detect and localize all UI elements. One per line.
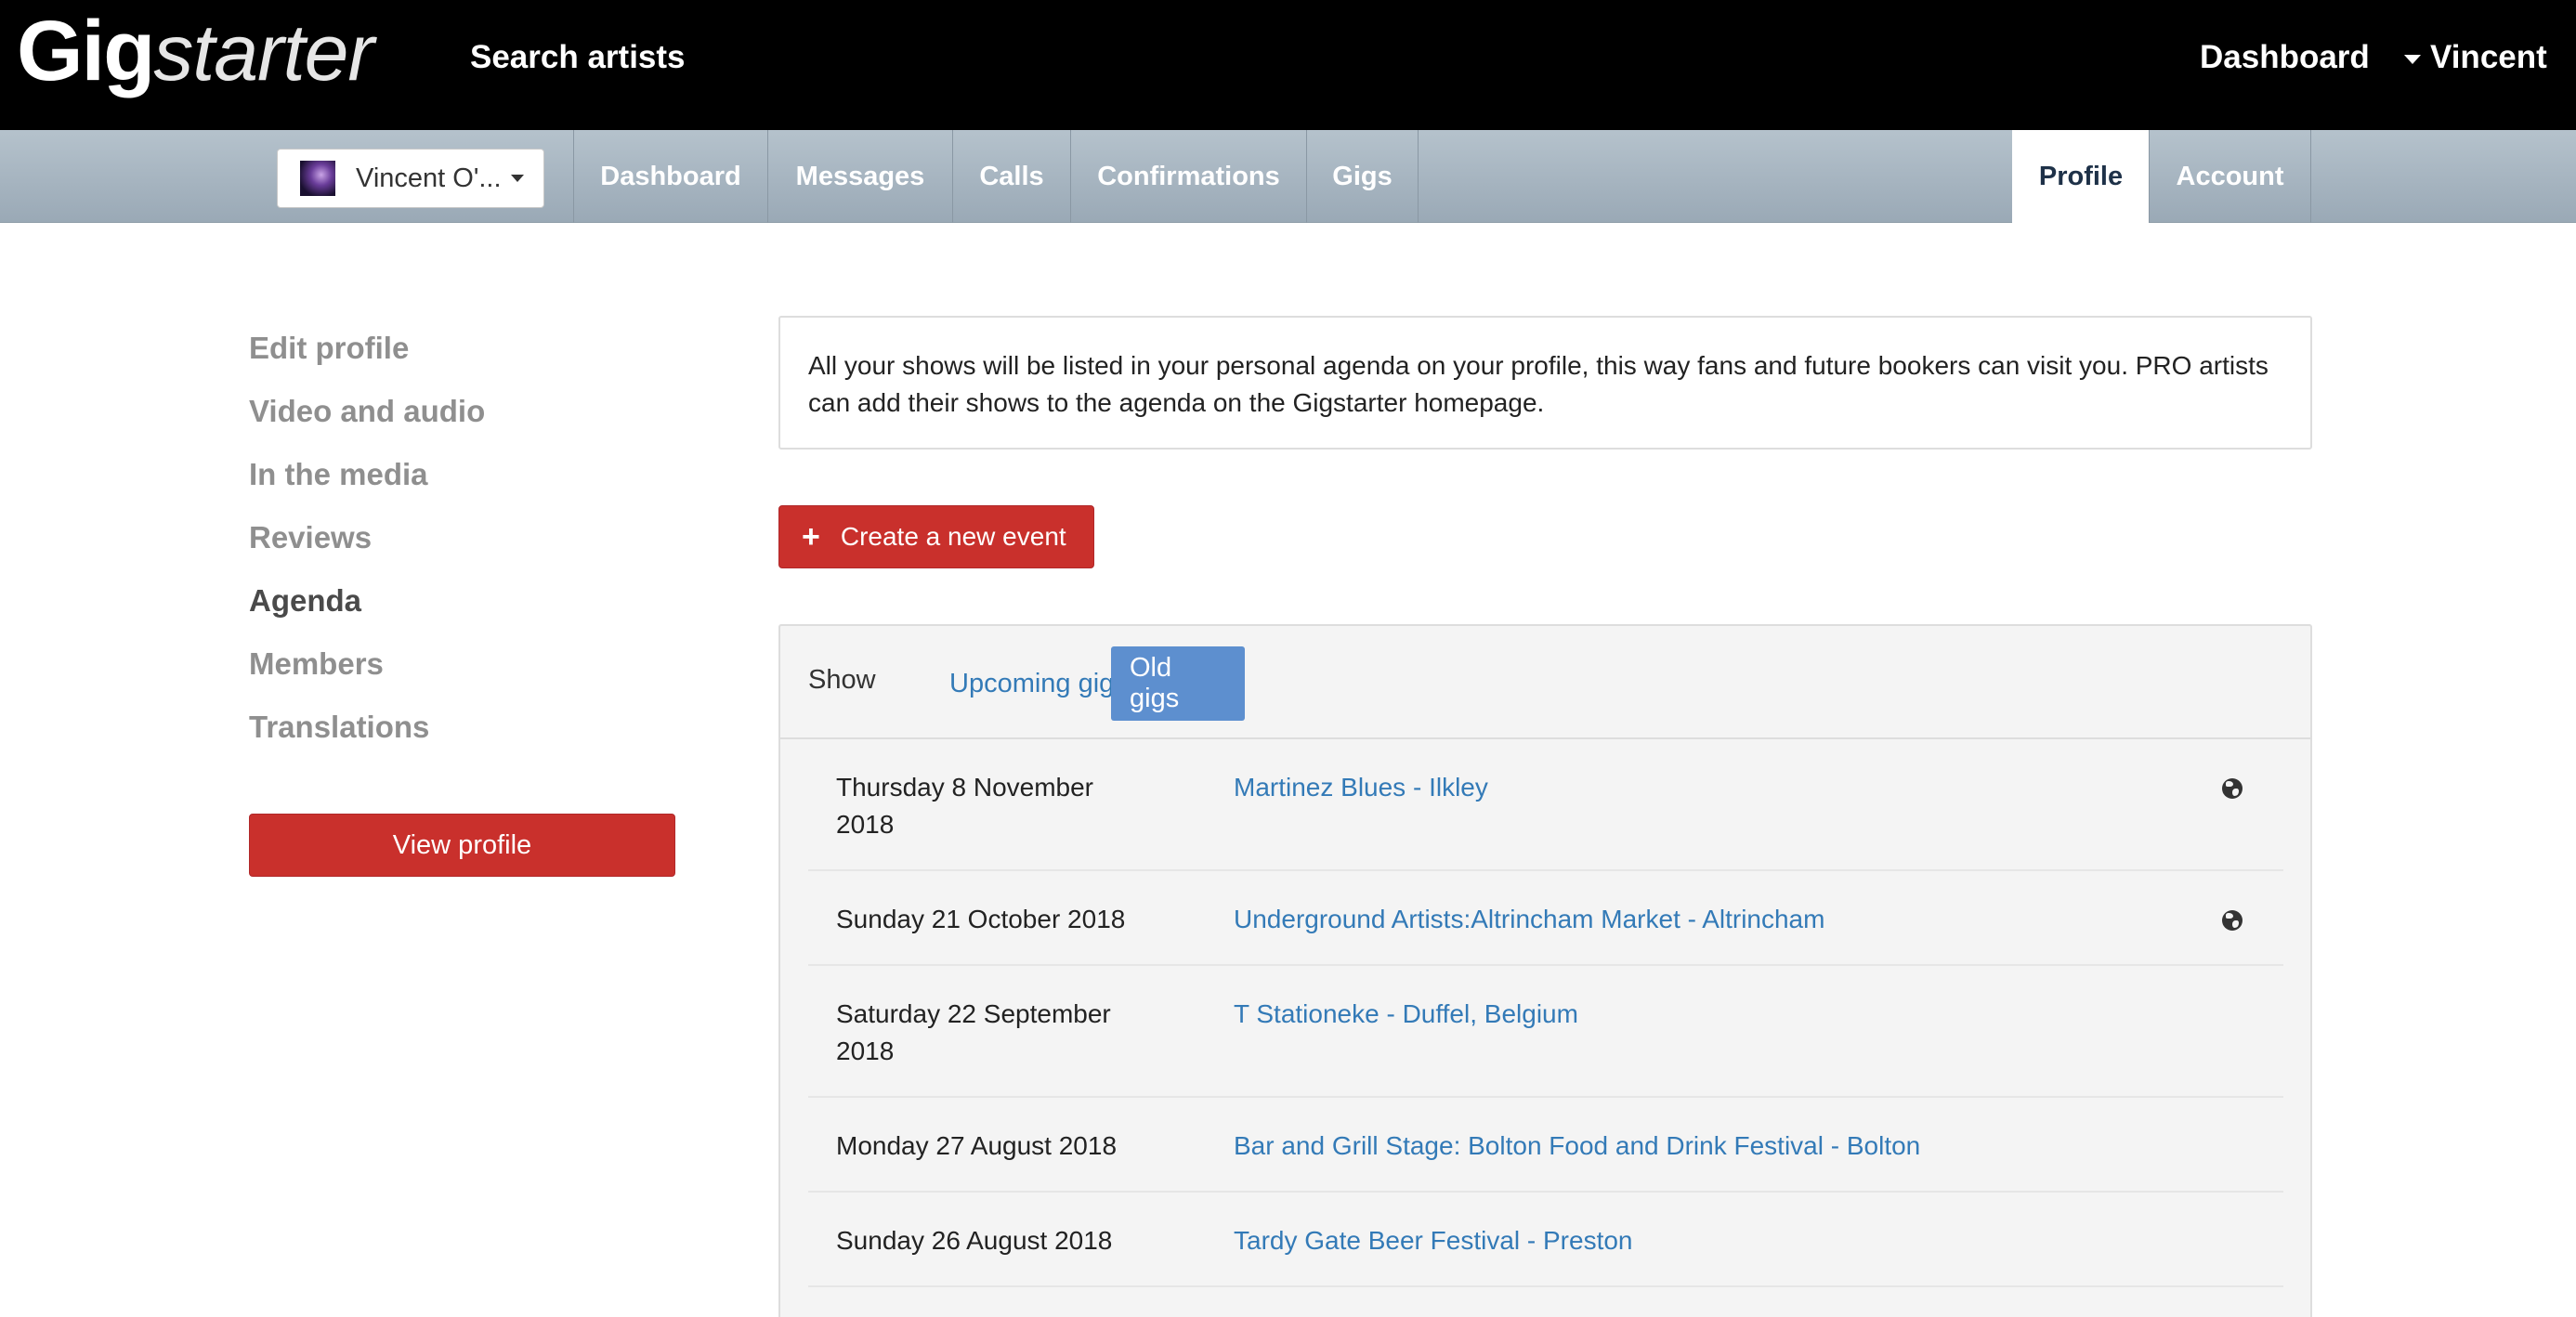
tab-calls[interactable]: Calls	[952, 130, 1070, 223]
logo-text-bold: Gig	[17, 4, 155, 98]
gig-title-link[interactable]: Underground Artists:Altrincham Market - …	[1234, 901, 1824, 938]
gig-filter-bar: Show Upcoming gigs Old gigs	[780, 626, 2310, 739]
gig-row: Sunday 21 October 2018 Underground Artis…	[808, 871, 2283, 966]
gig-date: Sunday 21 October 2018	[836, 905, 1126, 933]
artist-avatar	[300, 161, 335, 196]
gig-date: Monday 27 August 2018	[836, 1131, 1118, 1160]
create-event-button[interactable]: + Create a new event	[778, 505, 1094, 568]
plus-icon: +	[802, 519, 820, 554]
sidebar-item-members[interactable]: Members	[249, 635, 485, 698]
gig-row: Saturday 22 September 2018 T Stationeke …	[808, 966, 2283, 1098]
tab-confirmations[interactable]: Confirmations	[1070, 130, 1306, 223]
gig-title-link[interactable]: T Stationeke - Duffel, Belgium	[1234, 996, 1578, 1033]
globe-icon	[2222, 778, 2243, 799]
tab-gigs[interactable]: Gigs	[1306, 130, 1419, 223]
top-dashboard-link[interactable]: Dashboard	[2200, 39, 2370, 76]
tab-profile[interactable]: Profile	[2012, 130, 2149, 223]
gig-date: Thursday 8 November 2018	[836, 773, 1094, 839]
gig-title-link[interactable]: Martinez Blues - Ilkley	[1234, 769, 1488, 806]
agenda-info-text: All your shows will be listed in your pe…	[808, 351, 2269, 417]
gigstarter-logo[interactable]: Gig starter	[17, 0, 374, 102]
profile-side-menu: Edit profile Video and audio In the medi…	[249, 319, 485, 762]
gigs-panel: Show Upcoming gigs Old gigs Thursday 8 N…	[778, 624, 2312, 1317]
logo-text-italic: starter	[153, 8, 374, 98]
tab-messages[interactable]: Messages	[767, 130, 952, 223]
user-menu[interactable]: Vincent	[2404, 39, 2547, 76]
caret-down-icon	[2404, 55, 2421, 64]
artist-selector-label: Vincent O'...	[356, 163, 502, 193]
sidebar-item-in-the-media[interactable]: In the media	[249, 446, 485, 509]
top-bar: Gig starter Search artists Dashboard Vinc…	[0, 0, 2576, 130]
create-event-label: Create a new event	[840, 522, 1066, 551]
sidebar-item-reviews[interactable]: Reviews	[249, 509, 485, 572]
gig-title-link[interactable]: Tardy Gate Beer Festival - Preston	[1234, 1222, 1633, 1259]
view-profile-button[interactable]: View profile	[249, 814, 675, 877]
gig-row: Monday 27 August 2018 Bar and Grill Stag…	[808, 1098, 2283, 1193]
gig-date: Saturday 22 September 2018	[836, 999, 1111, 1065]
globe-icon	[2222, 910, 2243, 931]
chevron-down-icon	[510, 175, 524, 182]
agenda-info-box: All your shows will be listed in your pe…	[778, 316, 2312, 450]
tab-dashboard[interactable]: Dashboard	[573, 130, 767, 223]
filter-show-label: Show	[808, 665, 876, 695]
sidebar-item-video-audio[interactable]: Video and audio	[249, 383, 485, 446]
user-name: Vincent	[2430, 39, 2547, 75]
gig-date: Sunday 26 August 2018	[836, 1226, 1113, 1255]
artist-selector[interactable]: Vincent O'...	[277, 149, 544, 208]
sub-navigation: Vincent O'... Dashboard Messages Calls C…	[0, 130, 2576, 223]
search-artists-link[interactable]: Search artists	[470, 39, 686, 76]
gig-title-link[interactable]: Bar and Grill Stage: Bolton Food and Dri…	[1234, 1128, 1920, 1165]
tab-account[interactable]: Account	[2149, 130, 2311, 223]
gig-row: Sunday 26 August 2018 Tardy Gate Beer Fe…	[808, 1193, 2283, 1287]
gig-row: Thursday 8 November 2018 Martinez Blues …	[808, 739, 2283, 871]
sidebar-item-edit-profile[interactable]: Edit profile	[249, 319, 485, 383]
sidebar-item-translations[interactable]: Translations	[249, 698, 485, 762]
filter-old-gigs[interactable]: Old gigs	[1111, 646, 1245, 721]
sidebar-item-agenda[interactable]: Agenda	[249, 572, 485, 635]
